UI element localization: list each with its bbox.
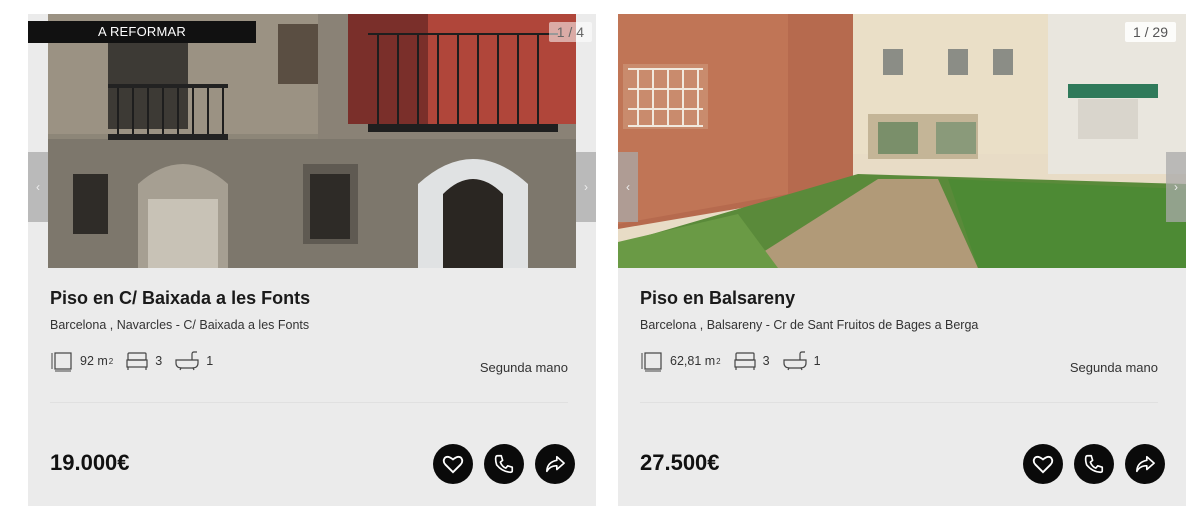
prev-arrow-glyph: ‹ bbox=[36, 180, 40, 194]
chevron-right-icon[interactable]: › bbox=[576, 152, 596, 222]
listing-location: Barcelona , Navarcles - C/ Baixada a les… bbox=[50, 318, 310, 332]
listing-actions bbox=[433, 444, 575, 484]
bedrooms-feature: 3 bbox=[125, 351, 162, 371]
chevron-left-icon[interactable]: ‹ bbox=[618, 152, 638, 222]
area-unit-sup: 2 bbox=[108, 356, 114, 366]
bathrooms-count: 1 bbox=[206, 354, 214, 368]
bathrooms-feature: 1 bbox=[782, 351, 821, 371]
listing-condition: Segunda mano bbox=[479, 360, 568, 375]
share-button[interactable] bbox=[1125, 444, 1165, 484]
listing-actions bbox=[1023, 444, 1165, 484]
area-unit-sup: 2 bbox=[716, 356, 721, 366]
call-button[interactable] bbox=[484, 444, 524, 484]
listing-card[interactable]: 1 / 29 ‹ › Piso en Balsareny Barcelona ,… bbox=[618, 14, 1186, 506]
building-facade-image bbox=[48, 14, 576, 268]
area-value: 62,81 m bbox=[670, 354, 716, 368]
bathrooms-feature: 1 bbox=[174, 351, 213, 371]
chevron-left-icon[interactable]: ‹ bbox=[28, 152, 48, 222]
next-arrow-glyph: › bbox=[1174, 180, 1178, 194]
area-feature: 92 m2 bbox=[50, 350, 113, 372]
phone-icon bbox=[494, 454, 514, 474]
heart-icon bbox=[1032, 455, 1054, 474]
listing-location: Barcelona , Balsareny - Cr de Sant Fruit… bbox=[640, 318, 979, 332]
divider bbox=[50, 402, 568, 403]
photo-counter: 1 / 29 bbox=[1124, 22, 1176, 42]
area-value: 92 m bbox=[80, 354, 108, 368]
listing-title[interactable]: Piso en C/ Baixada a les Fonts bbox=[50, 288, 310, 309]
photo-counter: 1 / 4 bbox=[548, 22, 592, 42]
call-button[interactable] bbox=[1074, 444, 1114, 484]
bedrooms-feature: 3 bbox=[733, 351, 770, 371]
heart-icon bbox=[442, 455, 464, 474]
favorite-button[interactable] bbox=[1023, 444, 1063, 484]
bed-icon bbox=[126, 352, 148, 370]
area-feature: 62,81 m2 bbox=[640, 350, 721, 372]
listing-price: 27.500€ bbox=[640, 450, 720, 475]
bed-icon bbox=[734, 352, 756, 370]
next-arrow-glyph: › bbox=[584, 180, 588, 194]
listing-photo[interactable] bbox=[48, 14, 576, 268]
listing-features: 92 m2 3 1 bbox=[50, 348, 225, 374]
listing-title[interactable]: Piso en Balsareny bbox=[640, 288, 795, 309]
area-icon bbox=[51, 352, 72, 372]
listing-photo[interactable] bbox=[618, 14, 1186, 268]
divider bbox=[640, 402, 1158, 403]
bedrooms-count: 3 bbox=[762, 354, 770, 368]
bath-icon bbox=[175, 351, 199, 371]
condition-badge: A REFORMAR bbox=[28, 21, 256, 43]
phone-icon bbox=[1084, 454, 1104, 474]
listing-price: 19.000€ bbox=[50, 450, 130, 475]
prev-arrow-glyph: ‹ bbox=[626, 180, 630, 194]
bath-icon bbox=[782, 351, 807, 371]
favorite-button[interactable] bbox=[433, 444, 473, 484]
listing-condition: Segunda mano bbox=[1069, 360, 1158, 375]
share-icon bbox=[546, 455, 565, 473]
bedrooms-count: 3 bbox=[155, 354, 163, 368]
courtyard-image bbox=[618, 14, 1186, 268]
chevron-right-icon[interactable]: › bbox=[1166, 152, 1186, 222]
area-icon bbox=[641, 352, 662, 372]
listing-card[interactable]: A REFORMAR 1 / 4 ‹ › Piso en C/ Baixada … bbox=[28, 14, 596, 506]
share-icon bbox=[1136, 455, 1155, 473]
bathrooms-count: 1 bbox=[813, 354, 821, 368]
listing-features: 62,81 m2 3 1 bbox=[640, 348, 833, 374]
share-button[interactable] bbox=[535, 444, 575, 484]
